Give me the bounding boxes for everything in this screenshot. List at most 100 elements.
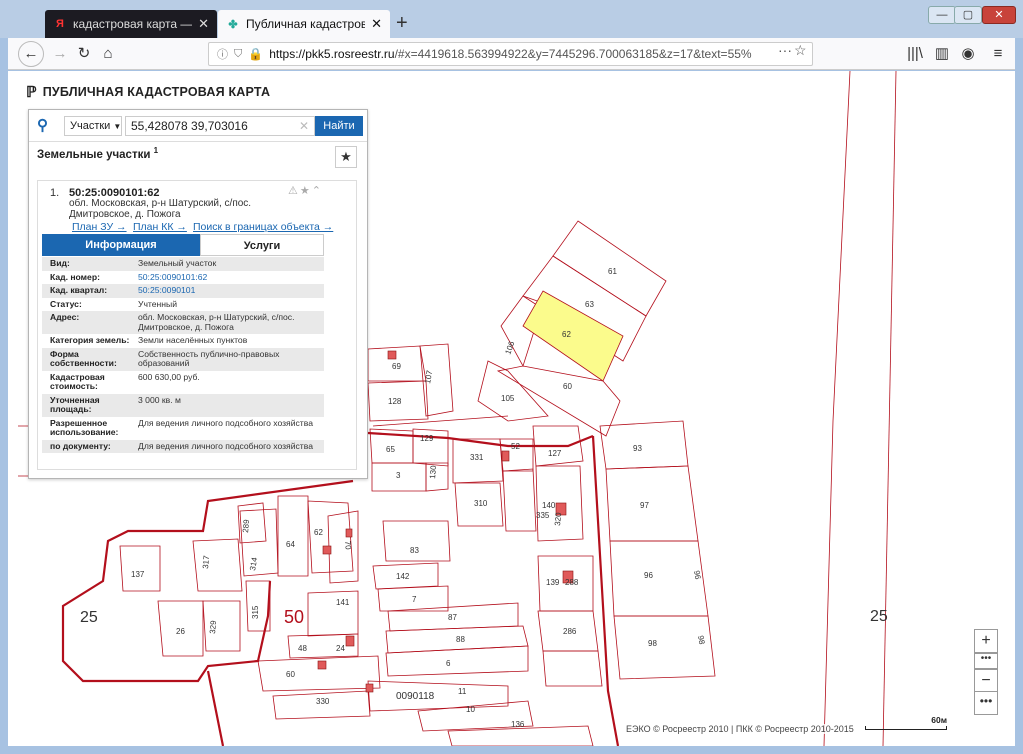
new-tab-button[interactable]: + [396,12,408,35]
parcel-label: 141 [336,598,350,607]
parcel-label: 288 [565,578,579,587]
maximize-button[interactable]: ▢ [954,6,982,24]
reload-button[interactable]: ↻ [72,42,96,66]
account-icon[interactable]: ◉ [956,42,980,66]
parcel-label: 127 [548,449,562,458]
library-icon[interactable]: |||\ [903,42,927,66]
tab-yandex[interactable]: Я кадастровая карта — Яндекс ✕ [45,10,217,38]
tab-label: кадастровая карта — Яндекс [73,17,193,31]
parcel-label: 97 [640,501,649,510]
property-value: Учтенный [138,298,178,309]
parcel-label: 70 [343,540,353,550]
property-value[interactable]: 50:25:0090101:62 [134,272,324,283]
property-row: Уточненная площадь: 3 000 кв. м [42,393,324,417]
property-key: Уточненная площадь: [50,394,100,414]
parcel-label: 26 [176,627,185,636]
parcel-label: 61 [608,267,617,276]
parcel-label: 331 [470,453,484,462]
quarter-label: 0090118 [396,691,435,702]
parcel-label: 315 [251,605,260,619]
parcel-label: 286 [563,627,577,636]
info-icon[interactable]: ⓘ [217,46,228,62]
tab-services[interactable]: Услуги [200,234,324,256]
result-card: 1. 50:25:0090101:62 обл. Московская, р-н… [37,180,357,470]
parcel-label: 93 [633,444,642,453]
tab-pkk[interactable]: ✤ Публичная кадастровая карта ✕ [218,10,390,38]
search-icon[interactable]: ⚲ [37,116,48,134]
more-options-button[interactable]: ••• [974,691,998,715]
navigation-bar: ← → ↻ ⌂ ⓘ ⛉ 🔒 https://pkk5.rosreestr.ru … [8,38,1015,70]
site-logo[interactable]: ℙ ПУБЛИЧНАЯ КАДАСТРОВАЯ КАРТА [26,83,270,101]
parcel-label: 130 [428,465,438,480]
address-bar[interactable]: ⓘ ⛉ 🔒 https://pkk5.rosreestr.ru /#x=4419… [208,42,813,66]
property-value: Для ведения личного подсобного хозяйства [138,417,313,428]
zoom-in-button[interactable]: + [974,629,998,653]
close-window-button[interactable]: ✕ [982,6,1016,24]
url-path: /#x=4419618.563994922&y=7445296.70006318… [394,47,752,61]
parcel-label: 48 [298,644,307,653]
parcel-address: обл. Московская, р-н Шатурский, с/пос. Д… [69,198,252,220]
parcel-label: 107 [423,369,434,384]
result-index: 1. [50,187,60,199]
hamburger-menu-icon[interactable]: ≡ [986,42,1010,66]
results-title: Земельные участки [37,148,151,161]
home-button[interactable]: ⌂ [96,42,120,66]
parcel-label: 83 [410,546,419,555]
page-actions-icon[interactable]: ··· [778,42,792,58]
parcel-label: 60 [563,382,572,391]
plan-kk-link[interactable]: План КК → [133,221,187,233]
parcel-label: 329 [208,620,218,635]
property-row: по документу: Для ведения личного подсобн… [42,439,324,453]
plan-zu-link[interactable]: План ЗУ → [72,221,127,233]
property-key: Категория земель: [50,335,130,345]
close-tab-icon[interactable]: ✕ [198,16,209,32]
scale-label: 60м [931,715,947,725]
zoom-level-indicator[interactable]: ••• [974,653,998,669]
district-label: 50 [284,607,304,627]
property-value: Земли населённых пунктов [138,335,248,345]
property-key: Кадастровая стоимость: [50,371,105,391]
scale-bar: 60м [865,715,947,731]
sidebar-icon[interactable]: ▥ [930,42,954,66]
selected-parcel[interactable] [522,290,624,382]
clear-icon[interactable]: ✕ [299,117,309,135]
parcel-label: 330 [316,697,330,706]
find-button[interactable]: Найти [315,116,363,136]
title-bar: Я кадастровая карта — Яндекс ✕ ✤ Публичн… [0,0,1023,38]
property-key: по документу: [50,440,111,451]
tab-information[interactable]: Информация [42,234,200,256]
parcel-label: 10 [466,705,475,714]
property-key: Статус: [50,298,82,309]
results-count: 1 [153,146,159,155]
lock-icon[interactable]: 🔒 [248,47,263,61]
parcel-label: 3 [396,471,401,480]
yandex-favicon-icon: Я [56,18,64,30]
card-actions-icon[interactable]: ⚠★⌃ [288,184,323,197]
search-type-label: Участки [70,120,111,132]
forward-button[interactable]: → [48,42,72,66]
page-content: 61 63 62 106 60 105 69 107 128 65 129 52… [8,71,1015,746]
block-label: 25 [870,608,888,625]
property-value[interactable]: 50:25:0090101 [134,285,324,296]
parcel-label: 314 [248,556,259,571]
parcel-label: 63 [585,300,594,309]
close-tab-icon[interactable]: ✕ [371,16,382,32]
search-type-select[interactable]: Участки ▼ [64,116,122,136]
property-key: Кад. номер: [50,271,100,282]
property-row: Категория земель: Земли населённых пункто… [42,334,324,348]
minimize-button[interactable]: — [928,6,956,24]
favorites-button[interactable]: ★ [335,146,357,168]
zoom-out-button[interactable]: − [974,669,998,693]
parcel-label: 6 [446,659,451,668]
shield-icon[interactable]: ⛉ [234,48,242,61]
parcel-label: 142 [396,572,410,581]
parcel-label: 137 [131,570,145,579]
search-in-bounds-link[interactable]: Поиск в границах объекта → [193,221,333,233]
page-title: ПУБЛИЧНАЯ КАДАСТРОВАЯ КАРТА [42,85,271,99]
property-value: Для ведения личного подсобного хозяйства [138,440,313,451]
bookmark-star-icon[interactable]: ☆ [794,42,807,59]
map-attribution: ЕЭКО © Росреестр 2010 | ПКК © Росреестр … [626,724,854,734]
back-button[interactable]: ← [18,41,44,67]
search-input[interactable]: 55,428078 39,703016 ✕ [125,116,315,136]
scale-line [865,726,947,730]
